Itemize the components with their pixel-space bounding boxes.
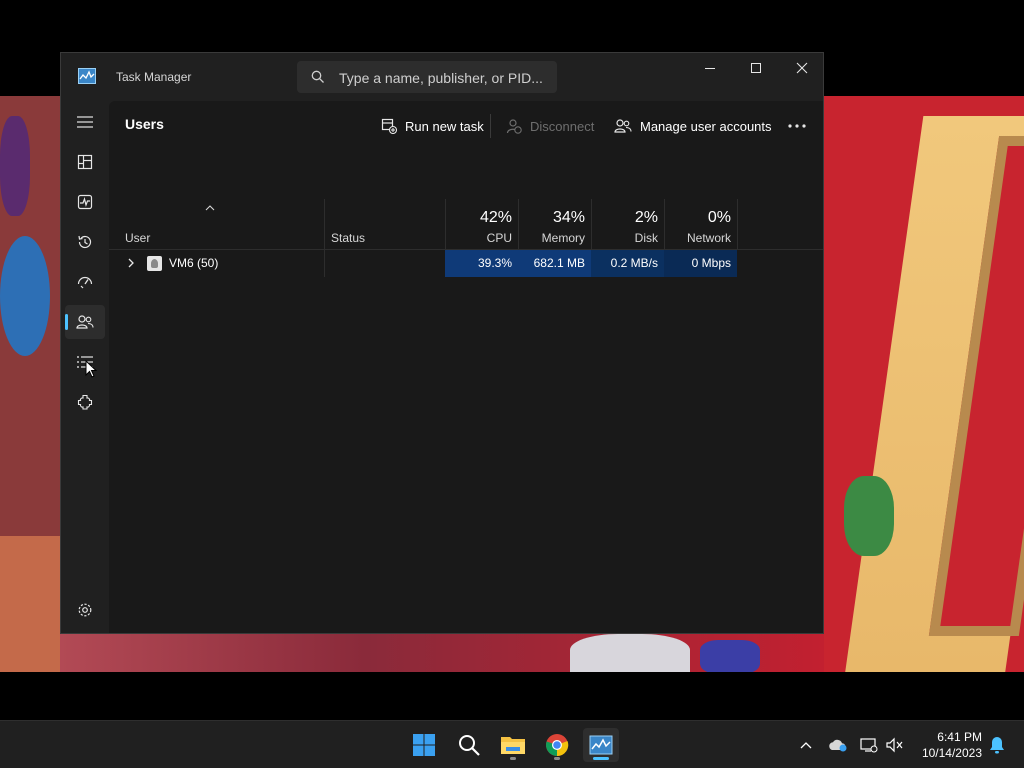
mouse-cursor-icon: [85, 360, 97, 378]
close-button[interactable]: [779, 53, 825, 83]
task-manager-app-icon: [78, 68, 96, 84]
column-header-cpu[interactable]: CPU: [446, 231, 512, 245]
cpu-total-percent[interactable]: 42%: [446, 209, 512, 227]
column-header-memory[interactable]: Memory: [519, 231, 585, 245]
toolbar-divider: [490, 114, 491, 138]
network-tray-button[interactable]: [859, 735, 879, 755]
sort-ascending-icon: [205, 205, 215, 211]
clock[interactable]: 6:41 PM 10/14/2023: [916, 729, 982, 761]
user-cpu-value: 39.3%: [445, 250, 518, 277]
network-total-percent[interactable]: 0%: [665, 209, 731, 227]
column-header-network[interactable]: Network: [665, 231, 731, 245]
clock-date: 10/14/2023: [921, 746, 982, 760]
task-manager-window: Task Manager Type a name, publisher, or …: [60, 52, 824, 634]
disconnect-button[interactable]: Disconnect: [506, 111, 594, 141]
more-icon: [788, 124, 806, 128]
search-box[interactable]: [297, 61, 557, 93]
title-bar[interactable]: Task Manager: [61, 53, 823, 101]
wallpaper-bottom-region: [60, 634, 824, 672]
column-separator: [324, 250, 325, 277]
column-header-disk[interactable]: Disk: [592, 231, 658, 245]
nav-performance[interactable]: [65, 185, 105, 219]
user-memory-value: 682.1 MB: [518, 250, 591, 277]
chrome-icon: [546, 734, 569, 757]
maximize-button[interactable]: [733, 53, 779, 83]
performance-icon: [77, 194, 93, 210]
nav-settings[interactable]: [65, 593, 105, 627]
user-status: [331, 250, 445, 277]
volume-tray-button[interactable]: [885, 735, 905, 755]
page-title: Users: [125, 116, 164, 132]
file-explorer-icon: [501, 737, 525, 754]
task-manager-taskbar-button[interactable]: [583, 728, 619, 762]
taskbar-search-button[interactable]: [451, 728, 487, 762]
taskbar: 6:41 PM 10/14/2023: [0, 720, 1024, 768]
services-icon: [77, 394, 93, 410]
disconnect-icon: [506, 119, 522, 134]
bell-icon: [990, 737, 1004, 754]
nav-startup-apps[interactable]: [65, 265, 105, 299]
network-icon: [860, 738, 878, 753]
run-new-task-icon: [381, 118, 397, 134]
show-hidden-icons-button[interactable]: [796, 735, 816, 755]
active-indicator: [593, 757, 609, 760]
close-icon: [796, 62, 808, 74]
settings-icon: [78, 603, 92, 617]
manage-users-icon: [614, 119, 632, 133]
hamburger-menu-button[interactable]: [65, 105, 105, 139]
more-options-button[interactable]: [781, 112, 813, 140]
nav-users[interactable]: [65, 305, 105, 339]
column-header-user[interactable]: User: [125, 231, 150, 245]
users-page: Users Run new task Disconnect Manage use…: [109, 101, 823, 633]
running-indicator: [554, 757, 560, 760]
search-input[interactable]: [337, 65, 551, 91]
disconnect-label: Disconnect: [530, 118, 595, 134]
wallpaper-right-region: [824, 96, 1024, 672]
user-network-value: 0 Mbps: [664, 250, 737, 277]
hamburger-icon: [77, 116, 93, 128]
column-header-status[interactable]: Status: [331, 231, 365, 245]
run-new-task-button[interactable]: Run new task: [381, 111, 484, 141]
disk-total-percent[interactable]: 2%: [592, 209, 658, 227]
wallpaper-left-region: [0, 96, 60, 672]
memory-total-percent[interactable]: 34%: [519, 209, 585, 227]
manage-user-accounts-button[interactable]: Manage user accounts: [614, 111, 772, 141]
table-row[interactable]: VM6 (50) 39.3% 682.1 MB 0.2 MB/s 0 Mbps: [109, 250, 823, 277]
app-history-icon: [78, 235, 92, 249]
notifications-button[interactable]: [987, 735, 1007, 755]
start-button[interactable]: [406, 728, 442, 762]
volume-muted-icon: [886, 737, 903, 753]
user-avatar-icon: [147, 256, 162, 271]
running-indicator: [510, 757, 516, 760]
file-explorer-button[interactable]: [495, 728, 531, 762]
chevron-up-icon: [800, 742, 812, 749]
nav-services[interactable]: [65, 385, 105, 419]
windows-start-icon: [413, 734, 435, 756]
chevron-right-icon[interactable]: [125, 257, 137, 269]
processes-icon: [77, 154, 93, 170]
nav-app-history[interactable]: [65, 225, 105, 259]
onedrive-status-icon: [829, 739, 847, 752]
maximize-icon: [751, 63, 761, 73]
search-icon: [459, 735, 480, 756]
minimize-button[interactable]: [687, 53, 733, 83]
run-new-task-label: Run new task: [405, 118, 484, 134]
startup-apps-icon: [77, 276, 93, 289]
user-disk-value: 0.2 MB/s: [591, 250, 664, 277]
column-separator: [737, 199, 738, 249]
onedrive-tray-button[interactable]: [828, 735, 848, 755]
manage-user-accounts-label: Manage user accounts: [640, 118, 772, 134]
search-icon: [311, 70, 324, 83]
users-icon: [76, 315, 94, 329]
chrome-button[interactable]: [539, 728, 575, 762]
window-title: Task Manager: [116, 70, 192, 84]
clock-time: 6:41 PM: [937, 730, 982, 744]
nav-processes[interactable]: [65, 145, 105, 179]
user-name: VM6 (50): [169, 256, 219, 270]
task-manager-icon: [589, 735, 613, 755]
minimize-icon: [705, 68, 715, 69]
